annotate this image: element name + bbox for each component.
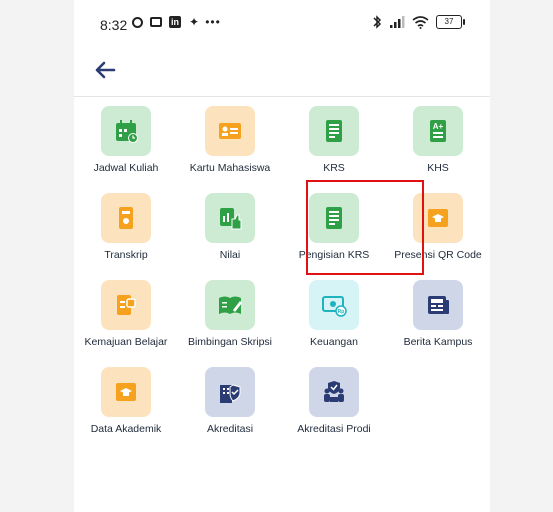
menu-tile [205,106,255,156]
menu-tile [205,367,255,417]
menu-tile: A+ [413,106,463,156]
menu-tile [413,193,463,243]
menu-item[interactable]: Data Akademik [74,361,178,448]
menu-item[interactable]: Akreditasi [178,361,282,448]
menu-item[interactable]: Jadwal Kuliah [74,100,178,187]
menu-item[interactable]: A+ KHS [386,100,490,187]
menu-label: Keuangan [310,336,358,348]
menu-tile [101,106,151,156]
book-pen-icon [219,296,242,314]
status-bar: 8:32 in ✦ ••• 37 [74,0,490,48]
menu-label: KRS [323,162,345,174]
status-time: 8:32 [100,17,128,33]
id-card-icon [219,123,241,139]
menu-tile [309,193,359,243]
newspaper-icon [428,296,449,314]
graduation-folder-icon [116,383,136,401]
menu-tile [413,280,463,330]
back-arrow-icon[interactable] [90,55,120,85]
menu-label: Berita Kampus [403,336,473,348]
people-shield-icon [324,381,344,402]
menu-tile [101,280,151,330]
menu-label: Bimbingan Skripsi [187,336,273,348]
menu-label: Presensi QR Code [394,249,482,261]
menu-item[interactable]: Kartu Mahasiswa [178,100,282,187]
transcript-icon [119,207,133,229]
menu-item[interactable]: Pengisian KRS [282,187,386,274]
menu-label: Transkrip [104,249,148,261]
menu-label: KHS [427,162,449,174]
menu-item[interactable]: Rp Keuangan [282,274,386,361]
menu-label: Nilai [219,249,241,261]
progress-icon [117,295,136,315]
system-icons: 37 [372,15,465,29]
phone-screen: 8:32 in ✦ ••• 37 Jadwal Kuliah Kartu Maha… [74,0,490,512]
menu-item[interactable]: Bimbingan Skripsi [178,274,282,361]
signal-icon [390,16,405,28]
menu-tile [101,367,151,417]
menu-tile: Rp [309,280,359,330]
menu-tile [205,193,255,243]
svg-text:A+: A+ [433,122,444,131]
building-shield-icon [220,384,241,403]
menu-label: Pengisian KRS [298,249,370,261]
battery-icon: 37 [436,15,465,29]
alarm-icon [130,15,144,29]
menu-label: Jadwal Kuliah [93,162,159,174]
menu-item[interactable]: KRS [282,100,386,187]
menu-label: Akreditasi Prodi [297,423,371,435]
chat-icon [149,15,163,29]
app-bar [74,48,490,97]
menu-label: Kartu Mahasiswa [189,162,271,174]
calendar-icon [116,120,138,143]
menu-item[interactable]: Berita Kampus [386,274,490,361]
menu-label: Kemajuan Belajar [84,336,168,348]
grade-document-icon: A+ [430,120,446,142]
wifi-icon [412,15,429,29]
menu-tile [205,280,255,330]
graduation-folder-icon [428,209,448,227]
money-icon: Rp [322,296,347,317]
document-icon [326,207,342,229]
menu-tile [309,106,359,156]
menu-item[interactable]: Akreditasi Prodi [282,361,386,448]
svg-text:Rp: Rp [338,309,345,315]
bird-icon: ✦ [188,15,200,29]
menu-item[interactable]: Nilai [178,187,282,274]
linkedin-icon: in [169,16,181,28]
menu-item[interactable]: Kemajuan Belajar [74,274,178,361]
menu-item[interactable]: Presensi QR Code [386,187,490,274]
notification-icons: in ✦ ••• [130,15,220,29]
score-thumb-icon [220,208,242,230]
menu-tile [101,193,151,243]
bluetooth-icon [373,15,382,29]
menu-label: Data Akademik [90,423,162,435]
menu-tile [309,367,359,417]
menu-item[interactable]: Transkrip [74,187,178,274]
more-notifications-icon: ••• [205,15,221,29]
menu-label: Akreditasi [206,423,254,435]
document-icon [326,120,342,142]
